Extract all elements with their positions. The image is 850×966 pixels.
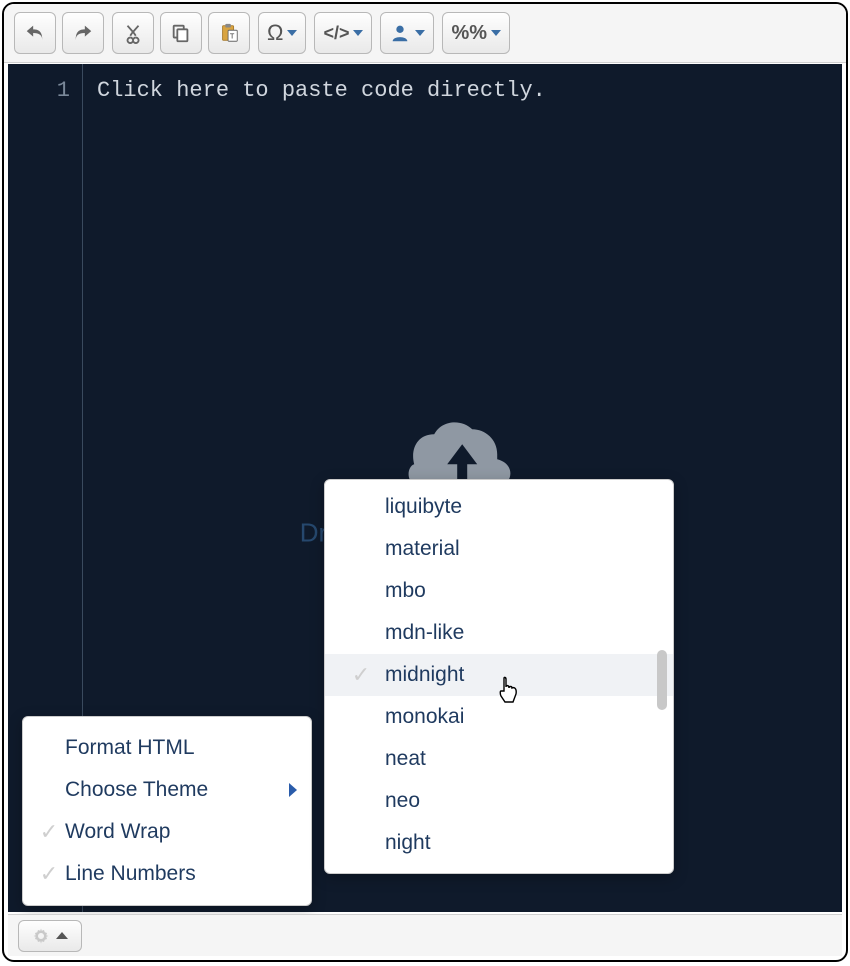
chevron-right-icon [289, 783, 297, 797]
redo-button[interactable] [62, 12, 104, 54]
theme-item-midnight[interactable]: ✓midnight [325, 654, 673, 696]
check-icon: ✓ [337, 788, 385, 814]
theme-item-night[interactable]: ✓night [325, 822, 673, 864]
check-icon: ✓ [337, 536, 385, 562]
chevron-up-icon [56, 932, 68, 939]
menu-label: Word Wrap [65, 820, 297, 844]
menu-item-choose-theme[interactable]: ✓ Choose Theme [23, 769, 311, 811]
toolbar: T Ω </> %% [4, 4, 846, 63]
check-icon: ✓ [337, 620, 385, 646]
check-icon: ✓ [337, 704, 385, 730]
menu-item-format-html[interactable]: ✓ Format HTML [23, 727, 311, 769]
chevron-down-icon [491, 30, 501, 36]
chevron-down-icon [415, 30, 425, 36]
theme-label: monokai [385, 705, 464, 729]
check-icon: ✓ [337, 494, 385, 520]
theme-item-neo[interactable]: ✓neo [325, 780, 673, 822]
omega-icon: Ω [267, 20, 283, 46]
theme-item-liquibyte[interactable]: ✓liquibyte [325, 486, 673, 528]
theme-label: neo [385, 789, 420, 813]
scrollbar-thumb[interactable] [657, 650, 667, 710]
paste-icon: T [218, 22, 240, 44]
line-number: 1 [8, 78, 70, 103]
theme-item-monokai[interactable]: ✓monokai [325, 696, 673, 738]
copy-icon [170, 22, 192, 44]
editor-placeholder: Click here to paste code directly. [97, 78, 842, 103]
check-icon: ✓ [337, 578, 385, 604]
code-button[interactable]: </> [314, 12, 372, 54]
percent-icon: %% [451, 22, 487, 45]
theme-label: neat [385, 747, 426, 771]
user-button[interactable] [380, 12, 434, 54]
theme-label: mbo [385, 579, 426, 603]
theme-menu: ✓liquibyte✓material✓mbo✓mdn-like✓midnigh… [324, 479, 674, 874]
code-icon: </> [323, 23, 349, 44]
undo-icon [24, 22, 46, 44]
theme-list[interactable]: ✓liquibyte✓material✓mbo✓mdn-like✓midnigh… [325, 480, 673, 873]
gear-icon [32, 927, 50, 945]
user-icon [389, 22, 411, 44]
theme-label: mdn-like [385, 621, 464, 645]
settings-button[interactable] [18, 920, 82, 952]
chevron-down-icon [353, 30, 363, 36]
check-icon: ✓ [337, 830, 385, 856]
undo-button[interactable] [14, 12, 56, 54]
check-icon: ✓ [33, 735, 65, 761]
theme-label: liquibyte [385, 495, 462, 519]
theme-item-mdn-like[interactable]: ✓mdn-like [325, 612, 673, 654]
check-icon: ✓ [33, 777, 65, 803]
menu-item-line-numbers[interactable]: ✓ Line Numbers [23, 853, 311, 895]
theme-item-material[interactable]: ✓material [325, 528, 673, 570]
copy-button[interactable] [160, 12, 202, 54]
theme-label: night [385, 831, 431, 855]
menu-label: Choose Theme [65, 778, 289, 802]
check-icon: ✓ [337, 746, 385, 772]
settings-menu: ✓ Format HTML ✓ Choose Theme ✓ Word Wrap… [22, 716, 312, 906]
theme-item-neat[interactable]: ✓neat [325, 738, 673, 780]
variable-button[interactable]: %% [442, 12, 510, 54]
scissors-icon [122, 22, 144, 44]
menu-item-word-wrap[interactable]: ✓ Word Wrap [23, 811, 311, 853]
check-icon: ✓ [33, 861, 65, 887]
status-bar [8, 914, 842, 956]
check-icon: ✓ [33, 819, 65, 845]
svg-text:T: T [230, 32, 235, 41]
theme-label: midnight [385, 663, 464, 687]
chevron-down-icon [287, 30, 297, 36]
cut-button[interactable] [112, 12, 154, 54]
theme-label: material [385, 537, 460, 561]
paste-button[interactable]: T [208, 12, 250, 54]
check-icon: ✓ [337, 662, 385, 688]
menu-label: Format HTML [65, 736, 297, 760]
menu-label: Line Numbers [65, 862, 297, 886]
special-char-button[interactable]: Ω [258, 12, 306, 54]
redo-icon [72, 22, 94, 44]
theme-item-mbo[interactable]: ✓mbo [325, 570, 673, 612]
